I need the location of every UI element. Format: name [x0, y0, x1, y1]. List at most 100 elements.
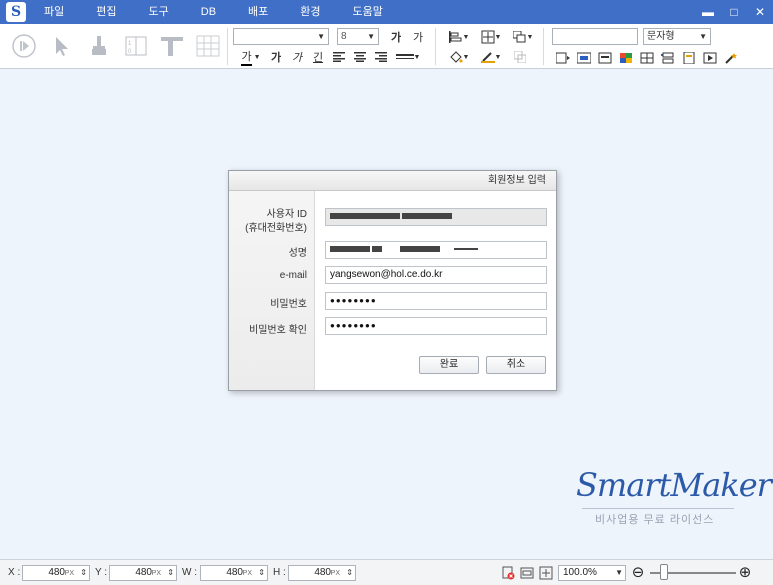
y-spinner[interactable]: 480 PX ⇕ — [109, 565, 177, 581]
h-spinner[interactable]: 480 PX ⇕ — [288, 565, 356, 581]
menu-db[interactable]: DB — [185, 0, 232, 24]
zoom-select[interactable]: 100.0% ▼ — [558, 565, 626, 581]
w-unit: PX — [242, 570, 252, 577]
pointer-icon[interactable] — [50, 34, 74, 58]
menu-file[interactable]: 파일 — [32, 0, 80, 24]
h-unit: PX — [330, 570, 340, 577]
fill-color-icon[interactable]: ▼ — [446, 49, 472, 65]
x-unit: PX — [64, 570, 74, 577]
svg-text:1: 1 — [128, 41, 132, 47]
size-down-glyph: 가 — [412, 32, 424, 44]
column-icon[interactable] — [160, 34, 184, 58]
w-value: 480 — [226, 567, 243, 578]
menu-help[interactable]: 도움말 — [337, 0, 399, 24]
font-color-glyph: 가 — [241, 48, 252, 66]
member-info-dialog: 회원정보 입력 사용자 ID (휴대전화번호) 성명 e-mail yangse… — [228, 170, 557, 391]
app-logo-icon[interactable]: S — [6, 2, 26, 22]
underline-button[interactable]: 긴 — [308, 49, 328, 65]
delete-page-icon[interactable] — [500, 565, 516, 581]
password-confirm-field[interactable]: ●●●●●●●● — [325, 317, 547, 335]
redacted-text — [402, 213, 452, 220]
confirm-button[interactable]: 완료 — [419, 356, 479, 374]
x-value: 480 — [48, 567, 65, 578]
name-label: 성명 — [288, 248, 307, 259]
menu-environment[interactable]: 환경 — [284, 0, 336, 24]
font-color-button[interactable]: 가 ▼ — [238, 48, 264, 66]
zoom-slider-thumb[interactable] — [660, 564, 668, 580]
password-label: 비밀번호 — [270, 299, 307, 310]
spin-arrows-icon[interactable]: ⇕ — [167, 566, 174, 580]
menu-bar: S 파일 편집 도구 DB 배포 환경 도움말 ▬ □ ✕ — [0, 0, 773, 24]
font-size-up-button[interactable]: 가 — [386, 29, 406, 45]
user-id-label-line2: (휴대전화번호) — [245, 223, 307, 234]
svg-text:0: 0 — [128, 49, 132, 55]
magic-wand-icon[interactable] — [721, 50, 741, 66]
order-icon[interactable]: ▼ — [510, 29, 536, 45]
status-bar: X : 480 PX ⇕ Y : 480 PX ⇕ W : 480 PX ⇕ H : 480… — [0, 559, 773, 585]
zoom-value: 100.0% — [563, 567, 597, 578]
button-control-icon[interactable] — [574, 50, 594, 66]
move-icon[interactable]: ▼ — [477, 29, 505, 45]
spin-arrows-icon[interactable]: ⇕ — [346, 566, 353, 580]
name-field[interactable] — [325, 241, 547, 259]
italic-button[interactable]: 가 — [287, 49, 307, 65]
y-label: Y : — [95, 567, 108, 578]
fit-screen-icon[interactable] — [538, 565, 554, 581]
password-confirm-label: 비밀번호 확인 — [249, 325, 307, 336]
text-style-box[interactable] — [552, 28, 638, 45]
dialog-title: 회원정보 입력 — [229, 171, 556, 191]
y-unit: PX — [151, 570, 161, 577]
brush-icon[interactable] — [87, 34, 111, 58]
zoom-out-icon[interactable]: ⊖ — [630, 565, 646, 581]
font-name-select[interactable]: ▼ — [233, 28, 329, 45]
x-spinner[interactable]: 480 PX ⇕ — [22, 565, 90, 581]
minimize-button[interactable]: ▬ — [701, 5, 715, 19]
page-control-icon[interactable] — [679, 50, 699, 66]
bold-button[interactable]: 가 — [266, 49, 286, 65]
spin-arrows-icon[interactable]: ⇕ — [258, 566, 265, 580]
redacted-text — [454, 248, 479, 251]
cancel-button[interactable]: 취소 — [486, 356, 546, 374]
line-color-icon[interactable]: ▼ — [477, 49, 505, 65]
image-control-icon[interactable] — [616, 50, 636, 66]
user-id-field[interactable] — [325, 208, 547, 226]
watermark-divider — [582, 508, 734, 509]
redacted-text — [330, 213, 400, 220]
restore-button[interactable]: □ — [727, 5, 741, 19]
zoom-in-icon[interactable]: ⊕ — [737, 565, 753, 581]
grid-control-icon[interactable] — [637, 50, 657, 66]
bold-glyph: 가 — [270, 52, 282, 64]
w-spinner[interactable]: 480 PX ⇕ — [200, 565, 268, 581]
grid-icon[interactable] — [196, 34, 220, 58]
style-type-select[interactable]: 문자형 ▼ — [643, 28, 711, 45]
align-layout-icon[interactable]: 10 — [124, 34, 148, 58]
menu-tools[interactable]: 도구 — [133, 0, 185, 24]
font-size-down-button[interactable]: 가 — [408, 29, 428, 45]
align-center-icon[interactable] — [350, 49, 370, 65]
password-field[interactable]: ●●●●●●●● — [325, 292, 547, 310]
align-left-icon[interactable] — [329, 49, 349, 65]
h-label: H : — [273, 567, 286, 578]
close-button[interactable]: ✕ — [753, 5, 767, 19]
menu-deploy[interactable]: 배포 — [232, 0, 284, 24]
toolbar: 10 ▼ 8 ▼ 가 가 가 ▼ 가 가 긴 ▼ ▼ ▼ ▼ ▼ ▼ 문자형 ▼ — [0, 24, 773, 69]
run-icon[interactable] — [12, 34, 36, 58]
video-control-icon[interactable] — [700, 50, 720, 66]
group-icon[interactable] — [510, 49, 530, 65]
menu-edit[interactable]: 편집 — [80, 0, 132, 24]
align-right-icon[interactable] — [371, 49, 391, 65]
textbox-control-icon[interactable] — [553, 50, 573, 66]
page-layout-icon[interactable] — [519, 565, 535, 581]
line-style-icon[interactable]: ▼ — [394, 49, 422, 65]
redacted-text — [372, 246, 382, 253]
redacted-text — [399, 246, 440, 253]
email-field[interactable]: yangsewon@hol.ce.do.kr — [325, 266, 547, 284]
spin-arrows-icon[interactable]: ⇕ — [80, 566, 87, 580]
font-size-select[interactable]: 8 ▼ — [337, 28, 379, 45]
user-id-label-line1: 사용자 ID — [266, 209, 307, 220]
list-control-icon[interactable] — [658, 50, 678, 66]
align-objects-icon[interactable]: ▼ — [446, 29, 472, 45]
size-up-glyph: 가 — [390, 32, 402, 44]
w-label: W : — [182, 567, 197, 578]
label-control-icon[interactable] — [595, 50, 615, 66]
